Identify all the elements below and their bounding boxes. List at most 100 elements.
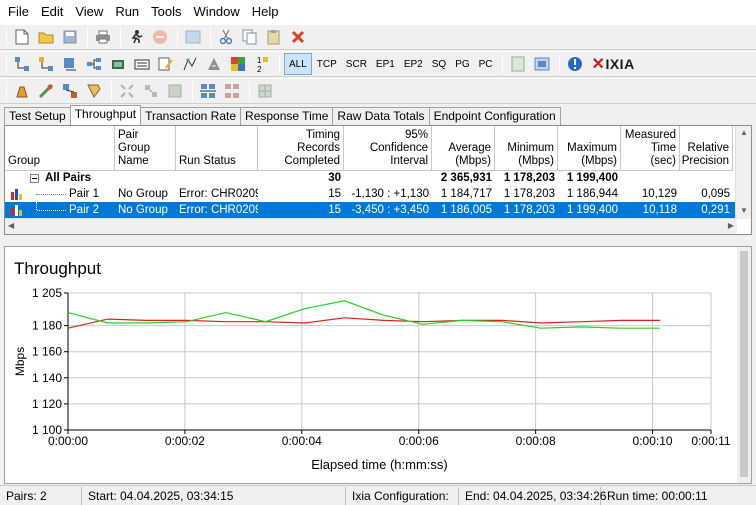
wizard-icon[interactable] (83, 80, 105, 102)
add-pair-icon[interactable] (11, 53, 33, 75)
scripts-icon[interactable] (131, 53, 153, 75)
menu-window[interactable]: Window (188, 0, 246, 24)
open-folder-icon[interactable] (35, 26, 57, 48)
layout-icon[interactable] (254, 80, 276, 102)
run-icon[interactable] (125, 26, 147, 48)
filter-ep2-button[interactable]: EP2 (400, 53, 427, 75)
average: 1 186,005 (440, 204, 492, 216)
x-tick-label: 0:00:08 (516, 434, 556, 448)
menu-help[interactable]: Help (246, 0, 285, 24)
delete-icon[interactable] (287, 26, 309, 48)
save-icon[interactable] (59, 26, 81, 48)
run-status: Error: CHR0209 (179, 204, 258, 216)
stop-icon[interactable] (149, 26, 171, 48)
summary-group-label: All Pairs (45, 172, 92, 184)
col-maximum[interactable]: Maximum (Mbps) (558, 126, 621, 171)
toolbar-separator (249, 81, 250, 101)
menu-run[interactable]: Run (109, 0, 145, 24)
paste-icon[interactable] (263, 26, 285, 48)
endpoint-icon[interactable] (11, 80, 33, 102)
col-timing-records[interactable]: Timing Records Completed (258, 126, 344, 171)
menu-tools[interactable]: Tools (145, 0, 187, 24)
minimum: 1 178,203 (503, 204, 555, 216)
filter-pc-button[interactable]: PC (475, 53, 497, 75)
timing-icon[interactable] (203, 53, 225, 75)
print-icon[interactable] (92, 26, 114, 48)
tab-test-setup[interactable]: Test Setup (4, 107, 71, 125)
col-relative-precision[interactable]: Relative Precision (680, 126, 733, 171)
status-pairs: Pairs: 2 (0, 486, 82, 505)
col-group[interactable]: Group (5, 126, 115, 171)
cut-icon[interactable] (215, 26, 237, 48)
collapse-icon[interactable] (30, 173, 39, 183)
split-horizontal-icon[interactable] (197, 80, 219, 102)
scroll-right-icon[interactable]: ▶ (728, 221, 734, 230)
scroll-up-icon[interactable]: ▲ (740, 128, 748, 137)
qos-icon[interactable] (179, 53, 201, 75)
probe-icon[interactable] (35, 80, 57, 102)
add-multicast-icon[interactable] (35, 53, 57, 75)
relative-precision: 0,291 (701, 204, 730, 216)
copy-icon[interactable] (239, 26, 261, 48)
col-pair-group-name[interactable]: Pair Group Name (115, 126, 176, 171)
report-icon[interactable] (507, 53, 529, 75)
col-average[interactable]: Average (Mbps) (432, 126, 495, 171)
table-row[interactable]: Pair 1 No Group Error: CHR0209 15 -1,130… (5, 186, 733, 202)
toolbar-separator (558, 54, 560, 74)
menu-edit[interactable]: Edit (35, 0, 69, 24)
filter-tcp-button[interactable]: TCP (313, 53, 341, 75)
col-measured-time[interactable]: Measured Time (sec) (621, 126, 680, 171)
summary-average: 2 365,931 (440, 172, 492, 184)
filter-pg-button[interactable]: PG (451, 53, 473, 75)
pair-group-name: No Group (118, 188, 168, 200)
table-row-selected[interactable]: Pair 2 No Group Error: CHR0209 15 -3,450… (5, 202, 736, 218)
toolbar-separator (279, 54, 280, 74)
scroll-thumb[interactable] (740, 251, 748, 477)
scroll-left-icon[interactable]: ◀ (8, 221, 14, 230)
toolbar-separator (501, 54, 503, 74)
export-icon[interactable] (531, 53, 553, 75)
tab-endpoint-configuration[interactable]: Endpoint Configuration (428, 107, 561, 125)
confidence-interval: -1,130 : +1,130 (351, 188, 429, 200)
summary-row[interactable]: All Pairs 30 2 365,931 1 178,203 1 199,4… (5, 170, 621, 186)
filter-all-button[interactable]: ALL (284, 53, 312, 75)
network-map-icon[interactable] (59, 80, 81, 102)
chart-vertical-scrollbar[interactable] (737, 247, 751, 483)
split-vertical-icon[interactable] (221, 80, 243, 102)
status-start: Start: 04.04.2025, 03:34:15 (82, 486, 346, 505)
grid-vertical-scrollbar[interactable]: ▲ ▼ (735, 126, 751, 219)
edit-pair-icon[interactable] (59, 53, 81, 75)
refresh-window-icon[interactable] (182, 26, 204, 48)
tab-transaction-rate[interactable]: Transaction Rate (140, 107, 242, 125)
y-tick-label: 1 180 (32, 319, 62, 333)
new-file-icon[interactable] (11, 26, 33, 48)
sort-icon[interactable]: 12 (251, 53, 273, 75)
menu-view[interactable]: View (69, 0, 109, 24)
network-pair-icon[interactable] (83, 53, 105, 75)
tab-response-time[interactable]: Response Time (240, 107, 334, 125)
renumber-icon[interactable] (107, 53, 129, 75)
grid-horizontal-scrollbar[interactable]: ◀ ▶ (5, 218, 737, 234)
edit-script-icon[interactable] (155, 53, 177, 75)
x-tick-label: 0:00:00 (48, 434, 88, 448)
menu-file[interactable]: File (2, 0, 35, 24)
filter-sq-button[interactable]: SQ (428, 53, 450, 75)
col-minimum[interactable]: Minimum (Mbps) (495, 126, 558, 171)
expand-icon[interactable] (116, 80, 138, 102)
menu-bar: File Edit View Run Tools Window Help (0, 0, 756, 24)
tile-icon[interactable] (140, 80, 162, 102)
filter-ep1-button[interactable]: EP1 (372, 53, 399, 75)
cascade-icon[interactable] (164, 80, 186, 102)
y-axis-label: Mbps (13, 347, 27, 376)
tab-raw-data-totals[interactable]: Raw Data Totals (332, 107, 430, 125)
col-confidence-interval[interactable]: 95% Confidence Interval (344, 126, 432, 171)
filter-scr-button[interactable]: SCR (342, 53, 371, 75)
pair-label: Pair 2 (69, 204, 100, 216)
tab-throughput[interactable]: Throughput (69, 105, 142, 126)
pair-group-name: No Group (118, 204, 168, 216)
info-icon[interactable] (564, 53, 586, 75)
scroll-down-icon[interactable]: ▼ (740, 206, 748, 215)
average: 1 184,717 (440, 188, 492, 200)
options-icon[interactable] (227, 53, 249, 75)
col-run-status[interactable]: Run Status (176, 126, 258, 171)
